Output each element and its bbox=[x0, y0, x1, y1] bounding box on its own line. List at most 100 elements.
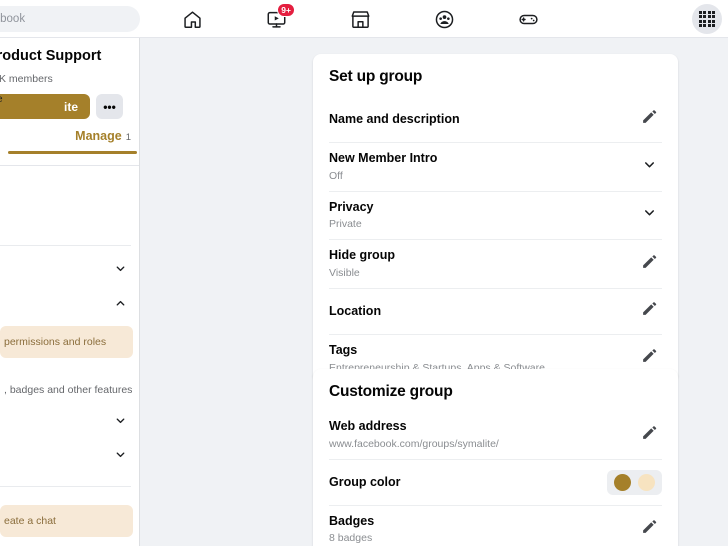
group-member-count: · 2.1K members bbox=[0, 73, 53, 86]
group-action-buttons: ite ••• bbox=[0, 94, 139, 120]
group-color-swatches[interactable] bbox=[607, 469, 662, 495]
row-privacy[interactable]: Privacy Private bbox=[329, 190, 662, 240]
sidebar-item-badges-features[interactable]: , badges and other features bbox=[0, 376, 139, 404]
sidebar-item-label-create-chat: eate a chat bbox=[4, 515, 56, 527]
row-hide-group[interactable]: Hide group Visible bbox=[329, 239, 662, 288]
row-text: Name and description bbox=[329, 104, 636, 135]
row-value: Visible bbox=[329, 267, 360, 279]
chevron-down-icon bbox=[114, 414, 127, 432]
nav-marketplace-button[interactable] bbox=[337, 4, 383, 34]
nav-icon-group: 9+ bbox=[150, 0, 570, 38]
pencil-icon bbox=[641, 424, 658, 446]
sidebar-item-label-badges: , badges and other features bbox=[4, 384, 133, 396]
row-web-address[interactable]: Web address www.facebook.com/groups/syma… bbox=[329, 411, 662, 459]
edit-tags-button[interactable] bbox=[636, 345, 662, 371]
sidebar-item-collapsible-1[interactable] bbox=[0, 257, 139, 285]
expand-privacy-button[interactable] bbox=[636, 202, 662, 228]
tab-manage-count: 1 bbox=[125, 132, 131, 144]
search-placeholder: cebook bbox=[0, 13, 26, 25]
tab-active-underline bbox=[8, 151, 137, 154]
card-customize-group: Customize group Web address www.facebook… bbox=[313, 369, 678, 546]
expand-new-member-intro-button[interactable] bbox=[636, 154, 662, 180]
pencil-icon bbox=[641, 108, 658, 130]
group-header: os Product Support · 2.1K members ite ••… bbox=[0, 38, 139, 157]
row-text: Group color bbox=[329, 467, 607, 498]
gaming-icon bbox=[518, 9, 539, 30]
sidebar-item-label-e: e bbox=[0, 94, 3, 105]
chevron-down-icon bbox=[114, 262, 127, 280]
row-label: Privacy bbox=[329, 199, 374, 214]
sidebar-divider-top bbox=[0, 165, 139, 167]
nav-video-button[interactable]: 9+ bbox=[253, 3, 299, 34]
apps-menu-button[interactable] bbox=[692, 4, 722, 34]
invite-button[interactable]: ite bbox=[0, 94, 90, 120]
edit-location-button[interactable] bbox=[636, 298, 662, 324]
row-name-and-description[interactable]: Name and description bbox=[329, 96, 662, 142]
row-new-member-intro[interactable]: New Member Intro Off bbox=[329, 142, 662, 191]
sidebar-item-label-permissions: permissions and roles bbox=[4, 336, 107, 348]
sidebar-item-collapsible-2[interactable] bbox=[0, 292, 139, 320]
tab-manage-label: Manage bbox=[75, 129, 122, 144]
sidebar-divider-1 bbox=[0, 245, 131, 246]
row-label: Web address bbox=[329, 419, 407, 433]
chevron-down-icon bbox=[642, 205, 657, 225]
sidebar-item-create-chat[interactable]: eate a chat bbox=[0, 505, 133, 537]
more-options-button[interactable]: ••• bbox=[96, 94, 123, 120]
edit-hide-group-button[interactable] bbox=[636, 251, 662, 277]
row-text: Privacy Private bbox=[329, 192, 636, 240]
apps-grid-icon bbox=[698, 10, 716, 28]
row-text: Web address www.facebook.com/groups/syma… bbox=[329, 411, 636, 459]
color-swatch-alt[interactable] bbox=[638, 473, 655, 491]
chevron-down-icon bbox=[114, 448, 127, 466]
row-label: Name and description bbox=[329, 111, 460, 126]
nav-groups-button[interactable] bbox=[421, 4, 467, 34]
tab-manage[interactable]: Manage 1 bbox=[75, 129, 131, 143]
row-value: www.facebook.com/groups/symalite/ bbox=[329, 437, 499, 450]
row-location[interactable]: Location bbox=[329, 287, 662, 334]
row-text: New Member Intro Off bbox=[329, 143, 636, 191]
color-swatch-selected[interactable] bbox=[614, 473, 631, 491]
group-sidebar: os Product Support · 2.1K members ite ••… bbox=[0, 38, 140, 546]
row-label: Tags bbox=[329, 342, 358, 357]
marketplace-icon bbox=[350, 9, 371, 30]
sidebar-item-collapsible-3[interactable] bbox=[0, 409, 139, 437]
main-content: Set up group Name and description New Me… bbox=[141, 38, 728, 546]
groups-icon bbox=[434, 9, 455, 30]
pencil-icon bbox=[641, 518, 658, 540]
edit-name-description-button[interactable] bbox=[636, 106, 662, 132]
card-set-up-group: Set up group Name and description New Me… bbox=[313, 54, 678, 383]
search-input[interactable]: cebook bbox=[0, 6, 140, 32]
sidebar-divider-2 bbox=[0, 486, 131, 487]
edit-web-address-button[interactable] bbox=[636, 422, 662, 448]
row-label: New Member Intro bbox=[329, 151, 438, 165]
row-text: Location bbox=[329, 296, 636, 327]
card-title-customize-group: Customize group bbox=[329, 383, 453, 400]
pencil-icon bbox=[641, 253, 658, 275]
nav-gaming-button[interactable] bbox=[505, 4, 551, 34]
row-text: Badges 8 badges bbox=[329, 506, 636, 546]
row-label: Group color bbox=[329, 474, 401, 489]
row-label: Location bbox=[329, 303, 382, 318]
edit-badges-button[interactable] bbox=[636, 516, 662, 542]
chevron-down-icon bbox=[642, 157, 657, 177]
pencil-icon bbox=[641, 300, 658, 322]
row-text: Hide group Visible bbox=[329, 240, 636, 288]
group-tabs: Manage 1 bbox=[0, 129, 139, 157]
row-group-color[interactable]: Group color bbox=[329, 458, 662, 505]
top-navigation-bar: cebook 9+ bbox=[0, 0, 728, 38]
card-title-set-up-group: Set up group bbox=[329, 68, 423, 85]
group-title: os Product Support bbox=[0, 48, 102, 64]
video-notification-badge: 9+ bbox=[277, 3, 295, 17]
sidebar-item-collapsible-4[interactable] bbox=[0, 443, 139, 471]
row-badges[interactable]: Badges 8 badges bbox=[329, 504, 662, 546]
row-value: Off bbox=[329, 169, 343, 182]
row-value: 8 badges bbox=[329, 532, 373, 545]
sidebar-item-member-permissions[interactable]: permissions and roles bbox=[0, 326, 133, 358]
row-value: Private bbox=[329, 218, 362, 231]
row-label: Badges bbox=[329, 513, 375, 528]
home-icon bbox=[182, 9, 203, 30]
chevron-up-icon bbox=[114, 297, 127, 315]
nav-home-button[interactable] bbox=[169, 4, 215, 34]
row-label: Hide group bbox=[329, 248, 395, 263]
pencil-icon bbox=[641, 347, 658, 369]
